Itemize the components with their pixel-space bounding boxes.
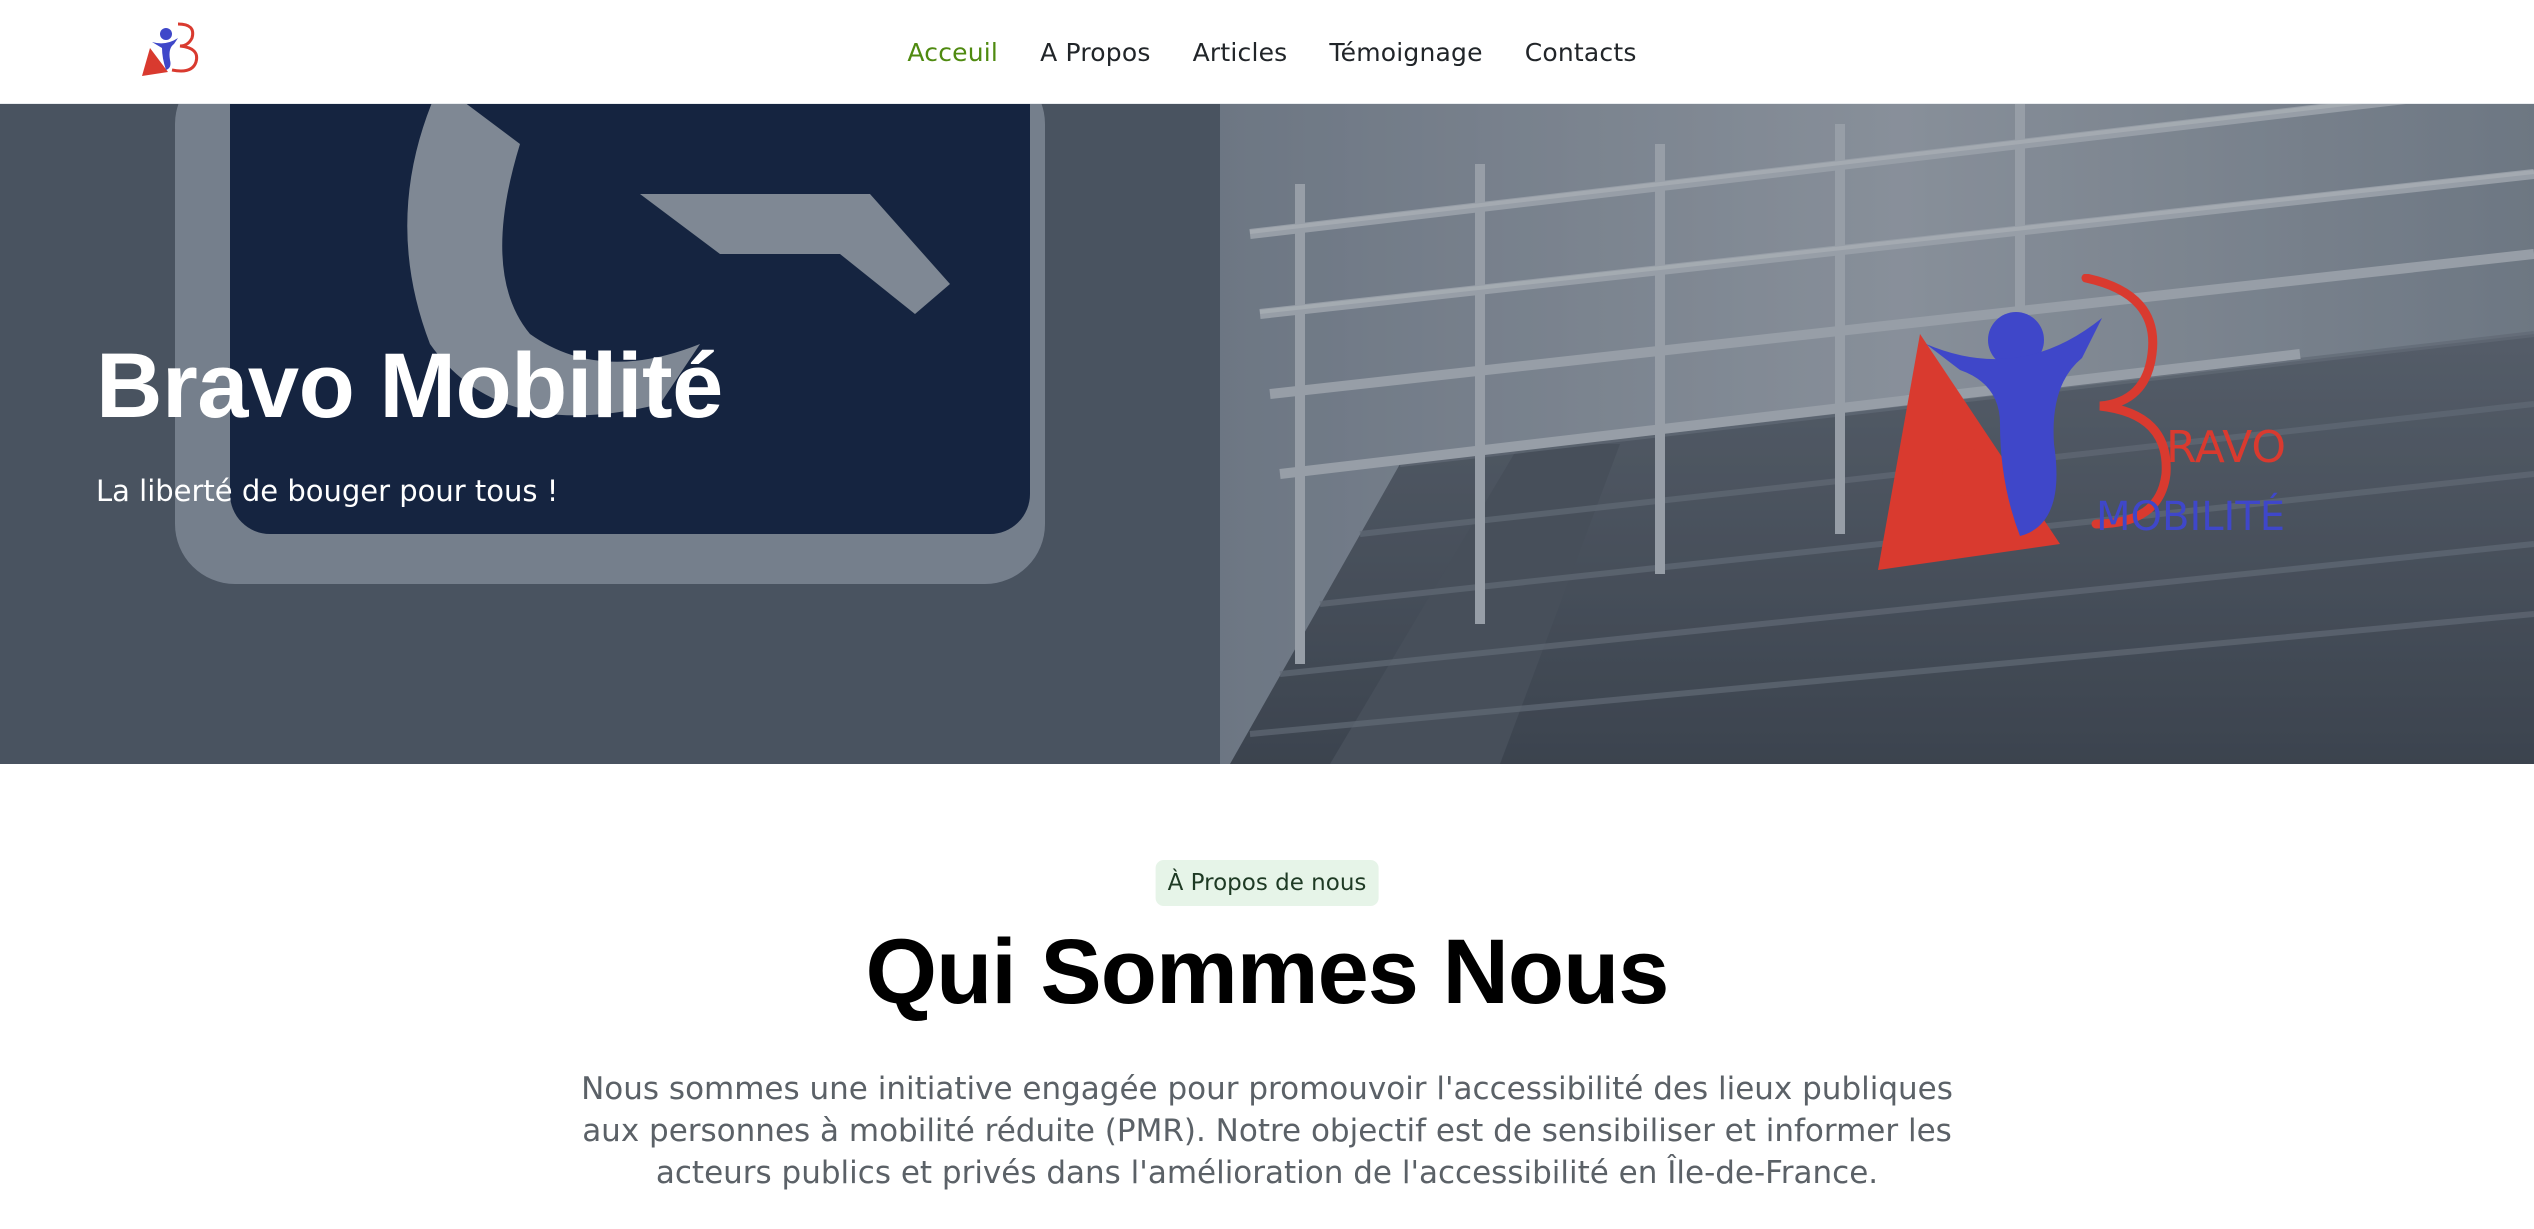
- about-section: À Propos de nous Qui Sommes Nous Nous so…: [0, 764, 2534, 1229]
- nav-link-articles[interactable]: Articles: [1193, 38, 1288, 67]
- hero-section: Bravo Mobilité La liberté de bouger pour…: [0, 104, 2534, 764]
- section-title: Qui Sommes Nous: [865, 921, 1670, 1023]
- hero-subtitle: La liberté de bouger pour tous !: [96, 474, 559, 508]
- hero-logo-bravo-text: RAVO: [2166, 422, 2286, 473]
- nav-link-acceuil[interactable]: Acceuil: [907, 38, 998, 67]
- nav-link-contacts[interactable]: Contacts: [1525, 38, 1637, 67]
- hero-logo-mobilite-text: MOBILITÉ: [2096, 492, 2285, 540]
- section-description: Nous sommes une initiative engagée pour …: [581, 1071, 1953, 1191]
- nav-link-temoignage[interactable]: Témoignage: [1329, 38, 1482, 67]
- main-nav: Acceuil A Propos Articles Témoignage Con…: [0, 0, 2534, 104]
- navbar: Acceuil A Propos Articles Témoignage Con…: [0, 0, 2534, 104]
- section-badge: À Propos de nous: [1155, 860, 1379, 906]
- nav-link-a-propos[interactable]: A Propos: [1040, 38, 1151, 67]
- bravo-mobilite-hero-logo: RAVO MOBILITÉ: [1878, 274, 2286, 570]
- hero-title: Bravo Mobilité: [96, 335, 723, 437]
